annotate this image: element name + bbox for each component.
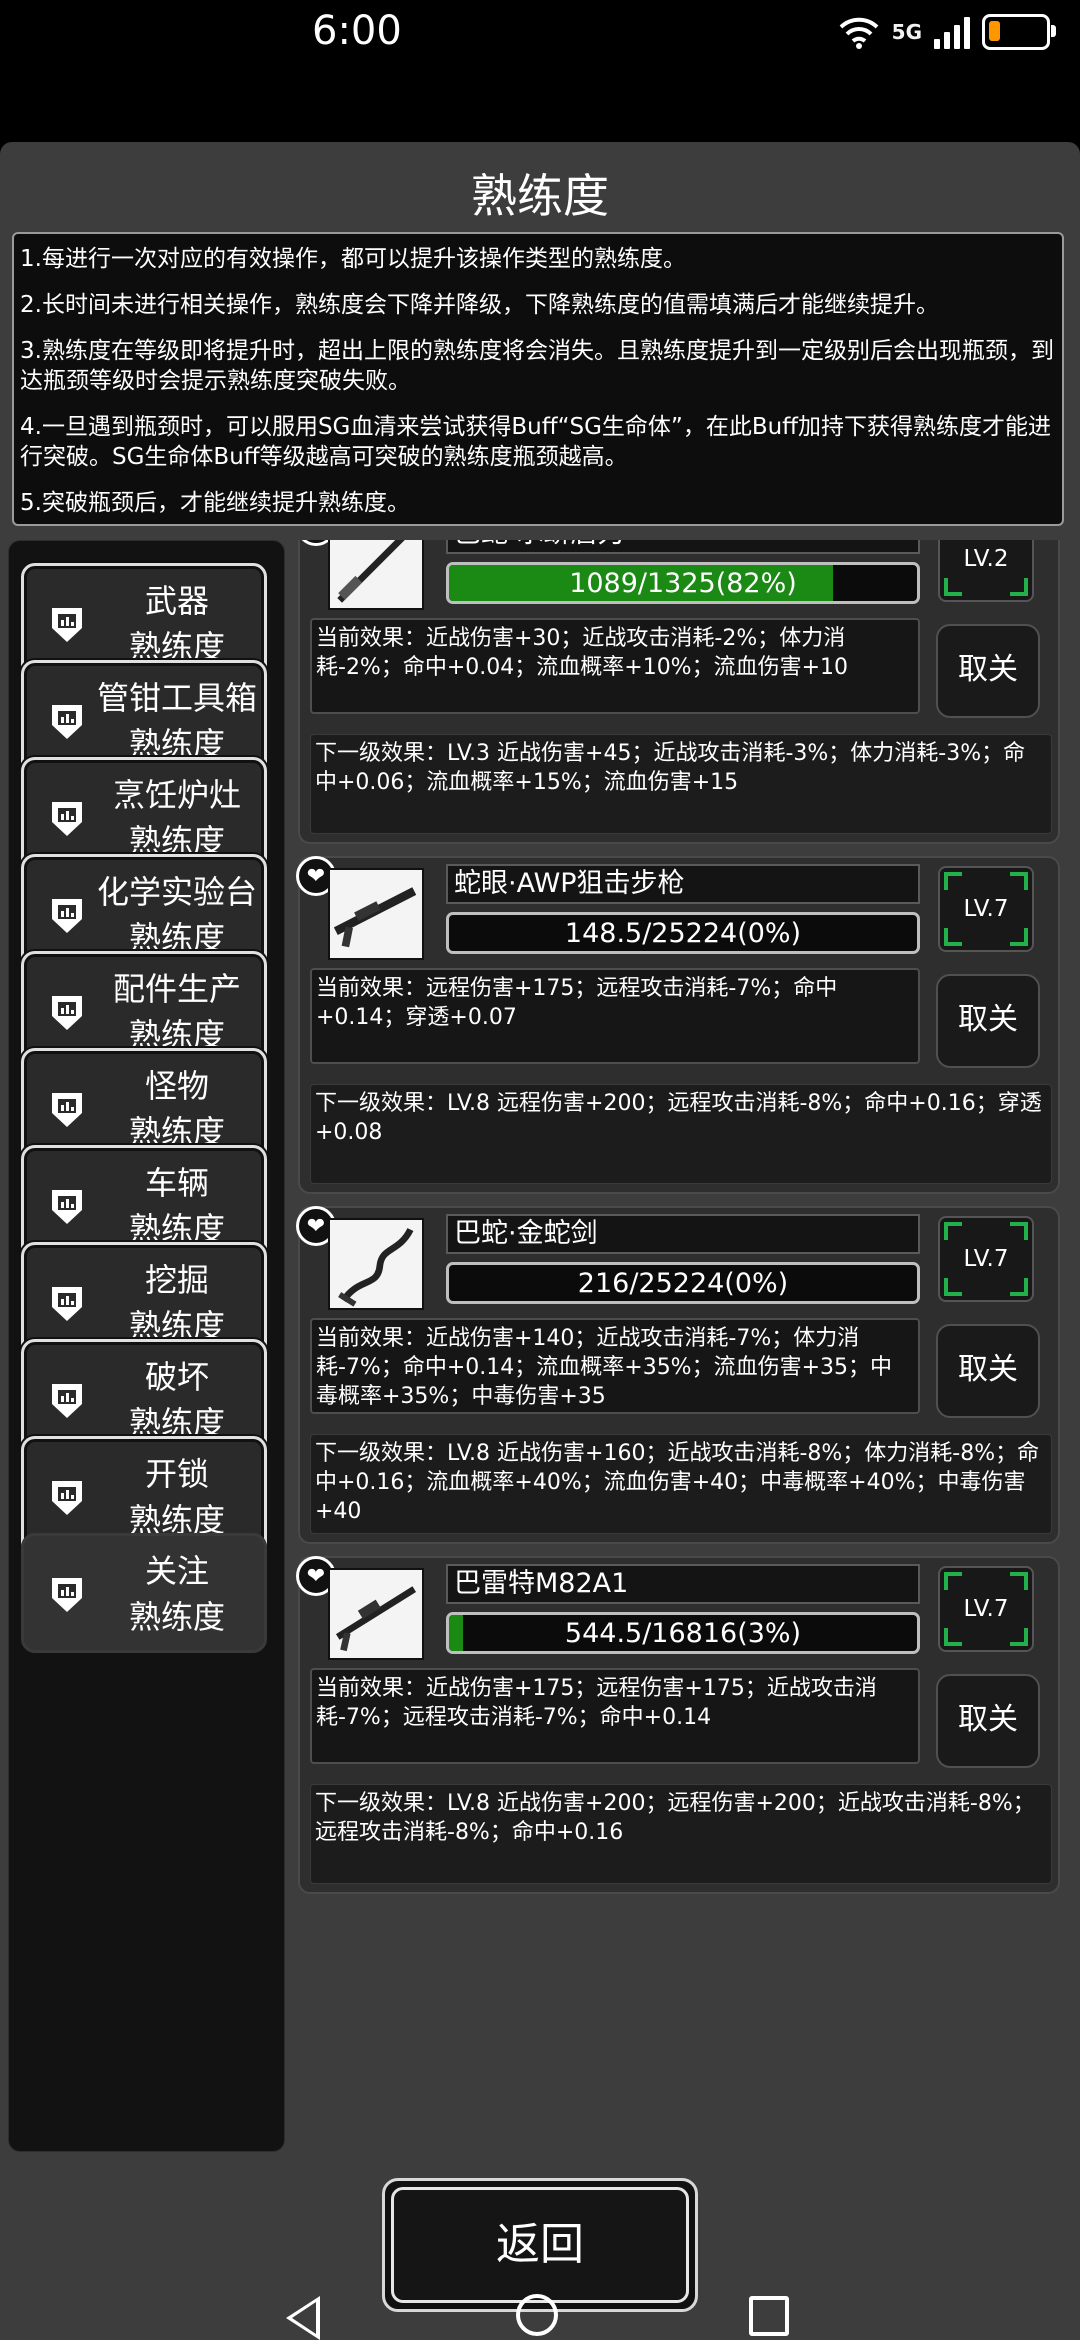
intro-line: 5.突破瓶颈后，才能继续提升熟练度。 <box>20 490 410 516</box>
category-name: 烹饪炉灶 <box>112 776 241 814</box>
level-text: LV.2 <box>963 546 1009 572</box>
category-name: 配件生产 <box>112 970 241 1008</box>
category-label: 管钳工具箱 熟练度 <box>96 675 258 767</box>
network-type: 5G <box>891 20 922 44</box>
shield-chart-icon <box>52 996 82 1030</box>
weapon-name: 蛇眼·AWP狙击步枪 <box>446 864 920 904</box>
battery-icon <box>982 14 1056 50</box>
shield-chart-icon <box>52 1481 82 1515</box>
shield-chart-icon <box>52 899 82 933</box>
progress-text: 216/25224(0%) <box>577 1268 789 1299</box>
proficiency-card: ❤ 巴蛇·金蛇剑 216/25224(0%) LV.7 当前效果：近战伤害+140；近战… <box>296 1206 1060 1544</box>
current-effect: 当前效果：近战伤害+30；近战攻击消耗-2%；体力消耗-2%；命中+0.04；流… <box>310 618 920 714</box>
category-label: 挖掘 熟练度 <box>96 1257 258 1349</box>
shield-chart-icon <box>52 1287 82 1321</box>
category-label: 配件生产 熟练度 <box>96 966 258 1058</box>
unfollow-button[interactable]: 取关 <box>936 1324 1040 1418</box>
progress-bar: 216/25224(0%) <box>446 1262 920 1304</box>
category-label: 关注 熟练度 <box>96 1548 258 1640</box>
next-effect: 下一级效果：LV.8 远程伤害+200；远程攻击消耗-8%；命中+0.16；穿透… <box>310 1084 1052 1184</box>
progress-text: 1089/1325(82%) <box>569 568 797 599</box>
level-badge: LV.7 <box>938 1566 1034 1652</box>
progress-bar: 1089/1325(82%) <box>446 562 920 604</box>
weapon-thumbnail <box>328 868 424 960</box>
shield-chart-icon <box>52 705 82 739</box>
weapon-name: 巴蛇·水蟒唐刀 <box>446 540 920 554</box>
next-effect: 下一级效果：LV.3 近战伤害+45；近战攻击消耗-3%；体力消耗-3%；命中+… <box>310 734 1052 834</box>
intro-line: 3.熟练度在等级即将提升时，超出上限的熟练度将会消失。且熟练度提升到一定级别后会… <box>20 338 1054 394</box>
back-button[interactable]: 返回 <box>391 2187 689 2303</box>
intro-text-box: 1.每进行一次对应的有效操作，都可以提升该操作类型的熟练度。 2.长时间未进行相… <box>12 232 1064 526</box>
current-effect: 当前效果：近战伤害+175；远程伤害+175；近战攻击消耗-7%；远程攻击消耗-… <box>310 1668 920 1764</box>
level-badge: LV.7 <box>938 866 1034 952</box>
category-name: 化学实验台 <box>96 873 257 911</box>
shield-chart-icon <box>52 802 82 836</box>
status-bar: 6:00 5G <box>0 0 1080 70</box>
next-effect: 下一级效果：LV.8 近战伤害+160；近战攻击消耗-8%；体力消耗-8%；命中… <box>310 1434 1052 1534</box>
category-name: 怪物 <box>144 1067 209 1105</box>
category-label: 车辆 熟练度 <box>96 1160 258 1252</box>
category-name: 武器 <box>144 582 209 620</box>
proficiency-list[interactable]: 当前效果：近战伤害+70；近战攻击消耗-7%；体力消耗-7%；命中+0.14；中… <box>292 540 1070 2152</box>
nav-back-icon[interactable] <box>286 2296 320 2340</box>
unfollow-button[interactable]: 取关 <box>936 974 1040 1068</box>
level-text: LV.7 <box>963 1246 1009 1272</box>
category-name: 挖掘 <box>144 1261 209 1299</box>
category-label: 化学实验台 熟练度 <box>96 869 258 961</box>
shield-chart-icon <box>52 608 82 642</box>
proficiency-card: ❤ 巴雷特M82A1 544.5/16816(3%) LV.7 当前效果：近战伤害+17… <box>296 1556 1060 1894</box>
level-badge: LV.7 <box>938 1216 1034 1302</box>
category-label: 开锁 熟练度 <box>96 1451 258 1543</box>
progress-text: 544.5/16816(3%) <box>564 1618 802 1649</box>
weapon-thumbnail <box>328 540 424 610</box>
clock: 6:00 <box>312 8 402 54</box>
weapon-name: 巴蛇·金蛇剑 <box>446 1214 920 1254</box>
intro-line: 4.一旦遇到瓶颈时，可以服用SG血清来尝试获得Buff“SG生命体”，在此Buf… <box>20 414 1052 470</box>
proficiency-card: ❤巴蛇·水蟒唐刀1089/1325(82%)LV.2当前效果：近战伤害+30；近… <box>296 540 1060 844</box>
intro-line: 1.每进行一次对应的有效操作，都可以提升该操作类型的熟练度。 <box>20 246 686 272</box>
next-effect: 下一级效果：LV.8 近战伤害+200；远程伤害+200；近战攻击消耗-8%；远… <box>310 1784 1052 1884</box>
category-name: 关注 <box>144 1552 209 1590</box>
nav-recents-icon[interactable] <box>749 2296 789 2336</box>
unfollow-button[interactable]: 取关 <box>936 624 1040 718</box>
proficiency-card: ❤ 蛇眼·AWP狙击步枪 148.5/25224(0%) LV.7 当前效果：远程伤害+… <box>296 856 1060 1194</box>
shield-chart-icon <box>52 1093 82 1127</box>
intro-line: 2.长时间未进行相关操作，熟练度会下降并降级，下降熟练度的值需填满后才能继续提升… <box>20 292 939 318</box>
category-label: 怪物 熟练度 <box>96 1063 258 1155</box>
nav-home-icon[interactable] <box>516 2294 558 2336</box>
level-badge: LV.2 <box>938 540 1034 602</box>
progress-bar: 544.5/16816(3%) <box>446 1612 920 1654</box>
progress-bar: 148.5/25224(0%) <box>446 912 920 954</box>
category-label: 武器 熟练度 <box>96 578 258 670</box>
level-text: LV.7 <box>963 1596 1009 1622</box>
current-effect: 当前效果：远程伤害+175；远程攻击消耗-7%；命中+0.14；穿透+0.07 <box>310 968 920 1064</box>
weapon-name: 巴雷特M82A1 <box>446 1564 920 1604</box>
shield-chart-icon <box>52 1578 82 1612</box>
category-name: 车辆 <box>144 1164 209 1202</box>
signal-icon <box>934 15 970 49</box>
category-label: 破坏 熟练度 <box>96 1354 258 1446</box>
unfollow-button[interactable]: 取关 <box>936 1674 1040 1768</box>
category-name: 管钳工具箱 <box>96 679 257 717</box>
wifi-icon <box>839 17 879 49</box>
shield-chart-icon <box>52 1190 82 1224</box>
progress-text: 148.5/25224(0%) <box>564 918 802 949</box>
system-nav-bar <box>0 2290 1080 2340</box>
shield-chart-icon <box>52 1384 82 1418</box>
page-title: 熟练度 <box>471 169 609 223</box>
category-label: 烹饪炉灶 熟练度 <box>96 772 258 864</box>
weapon-thumbnail <box>328 1218 424 1310</box>
category-button[interactable]: 关注 熟练度 <box>21 1533 267 1653</box>
category-name: 开锁 <box>144 1455 209 1493</box>
status-icons: 5G <box>838 12 1056 52</box>
current-effect: 当前效果：近战伤害+140；近战攻击消耗-7%；体力消耗-7%；命中+0.14；… <box>310 1318 920 1414</box>
category-name: 破坏 <box>144 1358 209 1396</box>
level-text: LV.7 <box>963 896 1009 922</box>
category-list[interactable]: 武器 熟练度 管钳工具箱 熟练度 烹饪炉灶 熟练度 化学实验台 熟练度 配件生产 熟练度 怪物 熟练度… <box>8 540 285 2152</box>
weapon-thumbnail <box>328 1568 424 1660</box>
category-suffix: 熟练度 <box>128 1598 225 1636</box>
